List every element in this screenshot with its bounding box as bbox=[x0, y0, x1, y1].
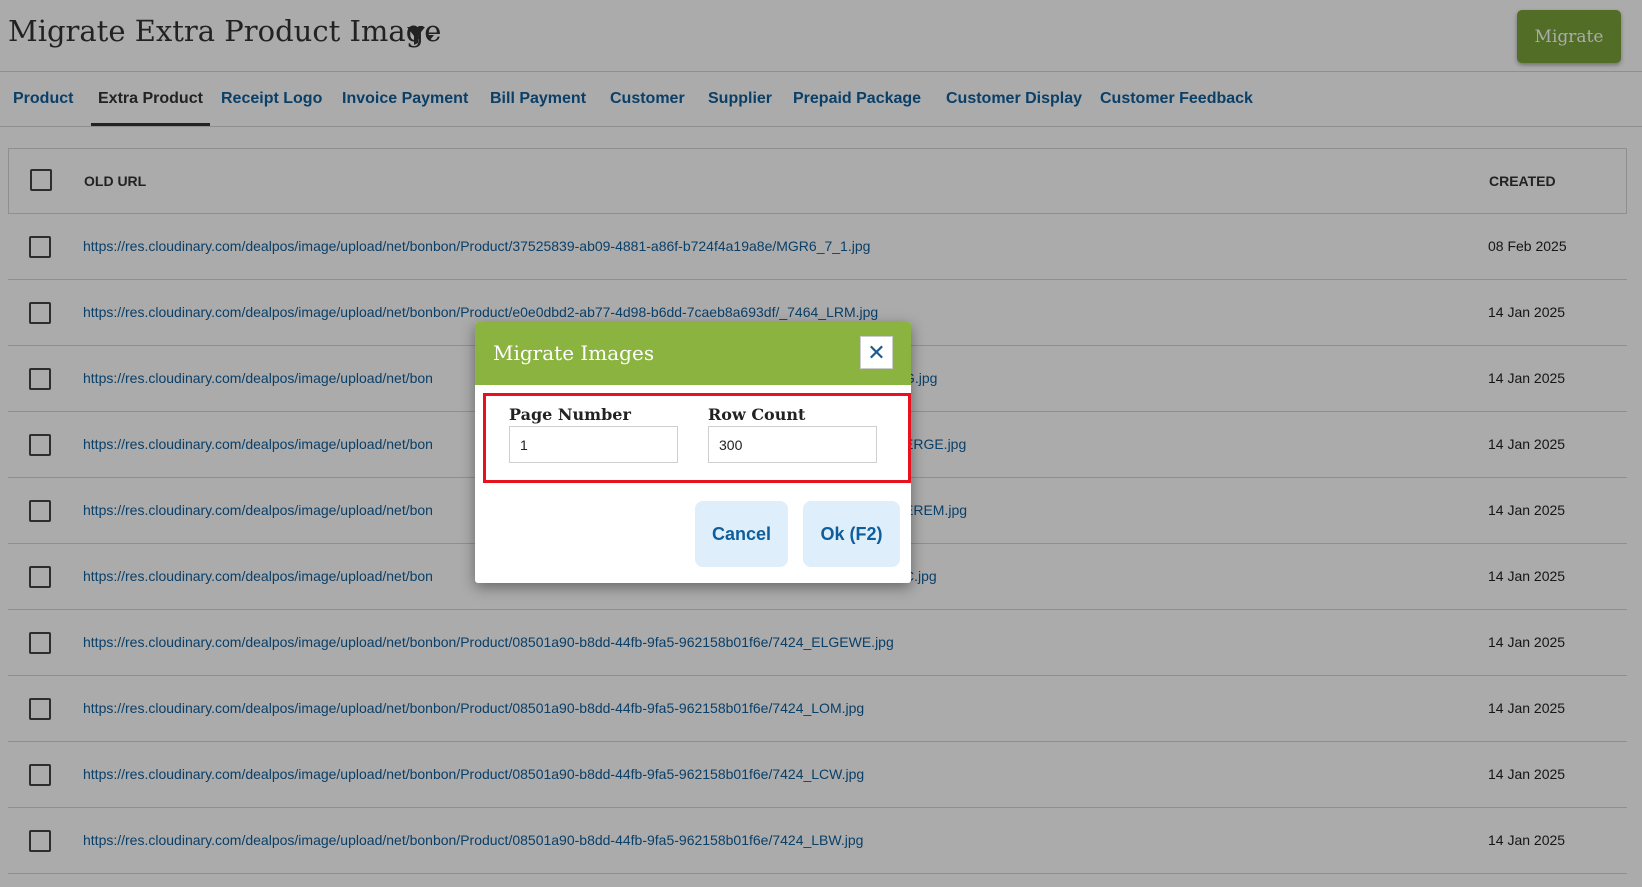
migrate-images-dialog: Migrate Images ✕ Page Number Row Count C… bbox=[475, 322, 911, 583]
close-icon[interactable]: ✕ bbox=[860, 336, 893, 369]
cancel-button[interactable]: Cancel bbox=[695, 501, 788, 567]
page-number-input[interactable] bbox=[509, 426, 678, 463]
row-count-input[interactable] bbox=[708, 426, 877, 463]
ok-button[interactable]: Ok (F2) bbox=[803, 501, 900, 567]
dialog-title: Migrate Images bbox=[493, 341, 655, 365]
row-count-label: Row Count bbox=[708, 405, 806, 424]
dialog-header: Migrate Images ✕ bbox=[475, 322, 911, 385]
page-number-label: Page Number bbox=[509, 405, 631, 424]
